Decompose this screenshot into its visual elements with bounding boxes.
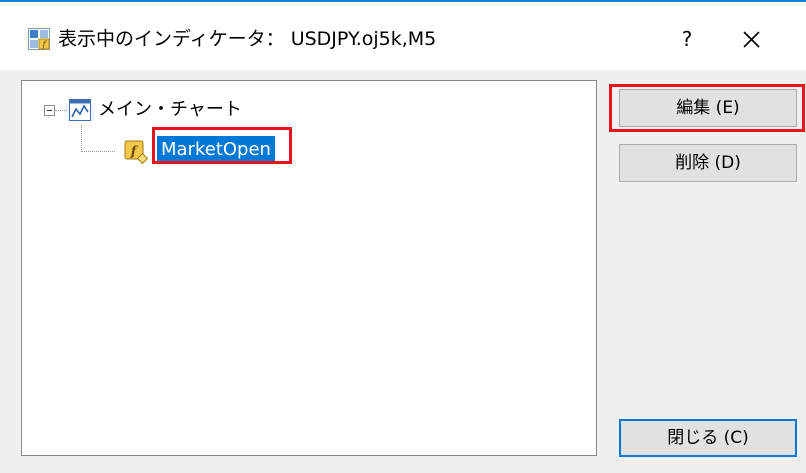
chart-window-icon (69, 99, 91, 121)
title-bar[interactable]: f 表示中のインディケータ： USDJPY.oj5k,M5 ? (0, 2, 806, 70)
tree-connector (55, 110, 67, 111)
delete-button[interactable]: 削除 (D) (619, 144, 797, 182)
close-window-button[interactable] (725, 20, 777, 58)
tree-item-main-chart[interactable]: メイン・チャート (98, 97, 242, 123)
close-icon (743, 31, 760, 48)
function-icon: f (124, 140, 148, 164)
indicator-dialog: f 表示中のインディケータ： USDJPY.oj5k,M5 ? メイン・チャート… (0, 0, 806, 473)
help-button[interactable]: ? (665, 22, 709, 56)
edit-button[interactable]: 編集 (E) (619, 89, 797, 127)
close-button[interactable]: 閉じる (C) (619, 419, 797, 457)
tree-connector (81, 125, 82, 152)
indicator-tree[interactable]: メイン・チャート f MarketOpen (21, 80, 597, 456)
tree-collapse-toggle[interactable] (44, 105, 55, 116)
tree-item-marketopen[interactable]: MarketOpen (157, 136, 275, 164)
indicator-list-icon: f (28, 28, 50, 50)
tree-connector (81, 151, 115, 152)
window-title: 表示中のインディケータ： USDJPY.oj5k,M5 (58, 28, 437, 50)
